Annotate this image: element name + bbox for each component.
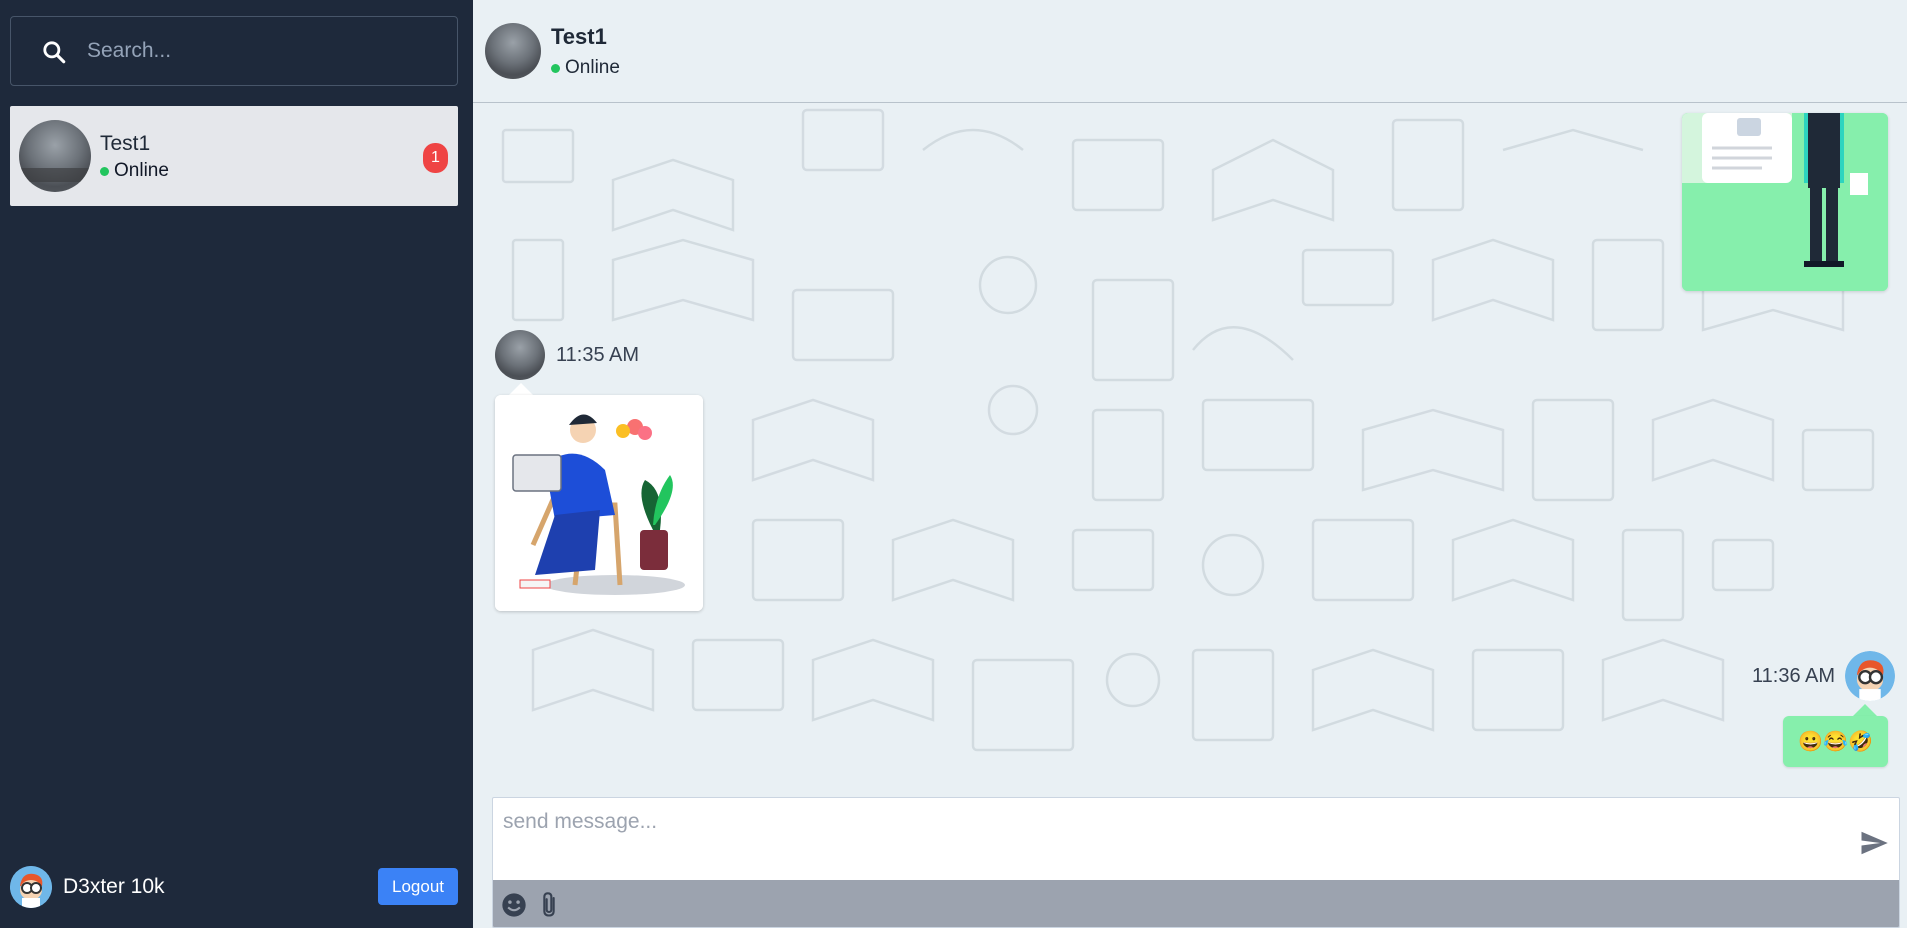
emoji-icon[interactable] — [500, 891, 528, 919]
chat-contact-name: Test1 — [551, 24, 607, 49]
chat-contact-avatar — [485, 23, 541, 79]
contact-status: Online — [100, 160, 169, 182]
bubble-tail — [509, 383, 533, 395]
contact-name: Test1 — [100, 132, 151, 155]
online-dot-icon — [551, 63, 560, 73]
chat-panel: Test1 Online 11:35 AM 11:36 AM 😀😂🤣 send … — [473, 0, 1907, 928]
sent-emoji-message[interactable]: 😀😂🤣 — [1783, 716, 1888, 767]
contact-avatar — [19, 120, 91, 192]
user-avatar — [1845, 651, 1896, 701]
online-dot-icon — [100, 166, 109, 176]
message-time: 11:36 AM — [1752, 664, 1836, 687]
received-message-meta: 11:35 AM — [495, 330, 639, 380]
search-input[interactable] — [87, 31, 447, 71]
search-icon — [43, 41, 66, 64]
message-composer — [492, 797, 1900, 928]
sender-avatar — [495, 330, 545, 380]
bubble-tail — [1853, 704, 1877, 716]
message-time: 11:35 AM — [556, 343, 640, 366]
chat-header: Test1 Online — [473, 0, 1907, 103]
logout-button[interactable]: Logout — [378, 868, 458, 905]
contact-status-text: Online — [114, 160, 169, 181]
chat-status-text: Online — [565, 57, 620, 78]
paperclip-icon[interactable] — [535, 891, 563, 919]
sent-image-message[interactable] — [1682, 113, 1888, 291]
received-image-message[interactable] — [495, 395, 703, 611]
send-icon[interactable] — [1859, 828, 1889, 858]
user-name: D3xter 10k — [63, 875, 165, 898]
user-avatar — [10, 866, 52, 908]
message-input[interactable] — [503, 810, 1833, 870]
composer-toolbar — [493, 880, 1899, 927]
contact-list-item[interactable]: Test1 Online 1 — [10, 106, 458, 206]
search-box[interactable] — [10, 16, 458, 86]
current-user: D3xter 10k — [10, 866, 165, 908]
unread-badge: 1 — [423, 143, 448, 173]
chat-contact-status: Online — [551, 57, 620, 79]
sent-message-meta: 11:36 AM — [1752, 651, 1896, 701]
sidebar: Test1 Online 1 D3xter 10k Logout — [0, 0, 473, 928]
